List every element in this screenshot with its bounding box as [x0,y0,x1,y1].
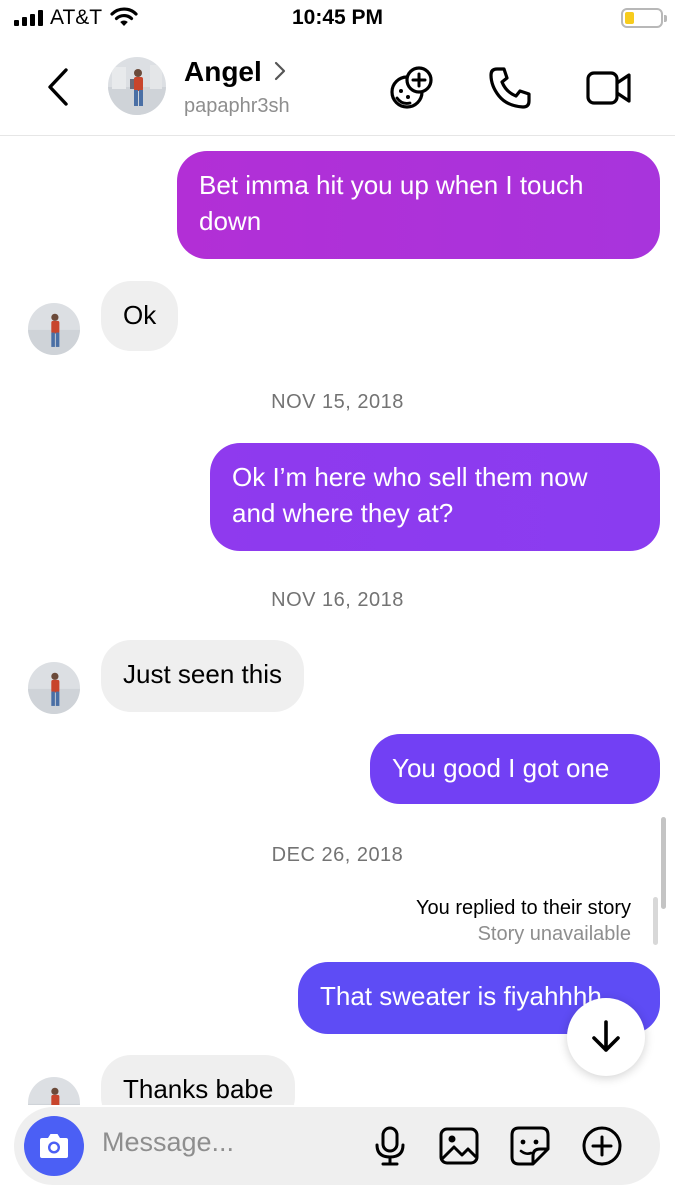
contact-username[interactable]: papaphr3sh [184,95,290,118]
chevron-right-icon[interactable] [273,60,287,87]
more-options-button[interactable] [581,1125,623,1167]
scrollbar-track-indicator [653,897,658,945]
camera-icon [40,1134,68,1158]
scrollbar[interactable] [661,817,666,909]
avatar[interactable] [28,303,80,355]
conversation-header: Angel papaphr3sh [0,40,675,136]
plus-icon [582,1126,622,1166]
story-unavailable-label: Story unavailable [477,923,631,945]
add-effects-button[interactable] [388,64,436,112]
date-separator: NOV 15, 2018 [271,391,404,413]
sent-message[interactable]: Ok I’m here who sell them now and where … [210,443,660,551]
avatar[interactable] [28,1077,80,1105]
received-message[interactable]: Ok [101,281,179,351]
date-separator: DEC 26, 2018 [271,844,404,866]
sticker-icon [510,1126,550,1166]
voice-call-button[interactable] [486,64,534,112]
received-message[interactable]: Just seen this [101,640,304,712]
video-icon [586,71,631,105]
avatar[interactable] [108,57,166,115]
message-composer: Message... [14,1107,660,1185]
status-time: 10:45 PM [291,6,384,29]
gallery-icon [439,1127,479,1165]
date-separator: NOV 16, 2018 [271,589,404,611]
avatar[interactable] [28,662,80,714]
voice-message-button[interactable] [369,1125,411,1167]
microphone-icon [375,1126,405,1166]
contact-name[interactable]: Angel [184,56,262,88]
back-icon [48,68,68,106]
back-button[interactable] [40,64,76,110]
story-reply-label: You replied to their story [416,897,631,919]
video-call-button[interactable] [584,64,632,112]
sent-message[interactable]: You good I got one [370,734,660,804]
story-reply-note: You replied to their story Story unavail… [416,895,631,947]
arrow-down-icon [592,1020,620,1052]
received-message[interactable]: Thanks babe [101,1055,296,1105]
scroll-to-bottom-button[interactable] [567,998,645,1076]
sticker-button[interactable] [509,1125,551,1167]
add-effects-icon [390,66,433,109]
phone-icon [489,67,531,109]
battery-icon [621,8,667,28]
status-bar: AT&T 10:45 PM [0,0,675,40]
message-thread[interactable]: Bet imma hit you up when I touch down Ok… [0,137,675,1105]
gallery-button[interactable] [438,1125,480,1167]
message-input[interactable]: Message... [102,1127,234,1158]
sent-message[interactable]: Bet imma hit you up when I touch down [177,151,660,259]
camera-button[interactable] [24,1116,84,1176]
